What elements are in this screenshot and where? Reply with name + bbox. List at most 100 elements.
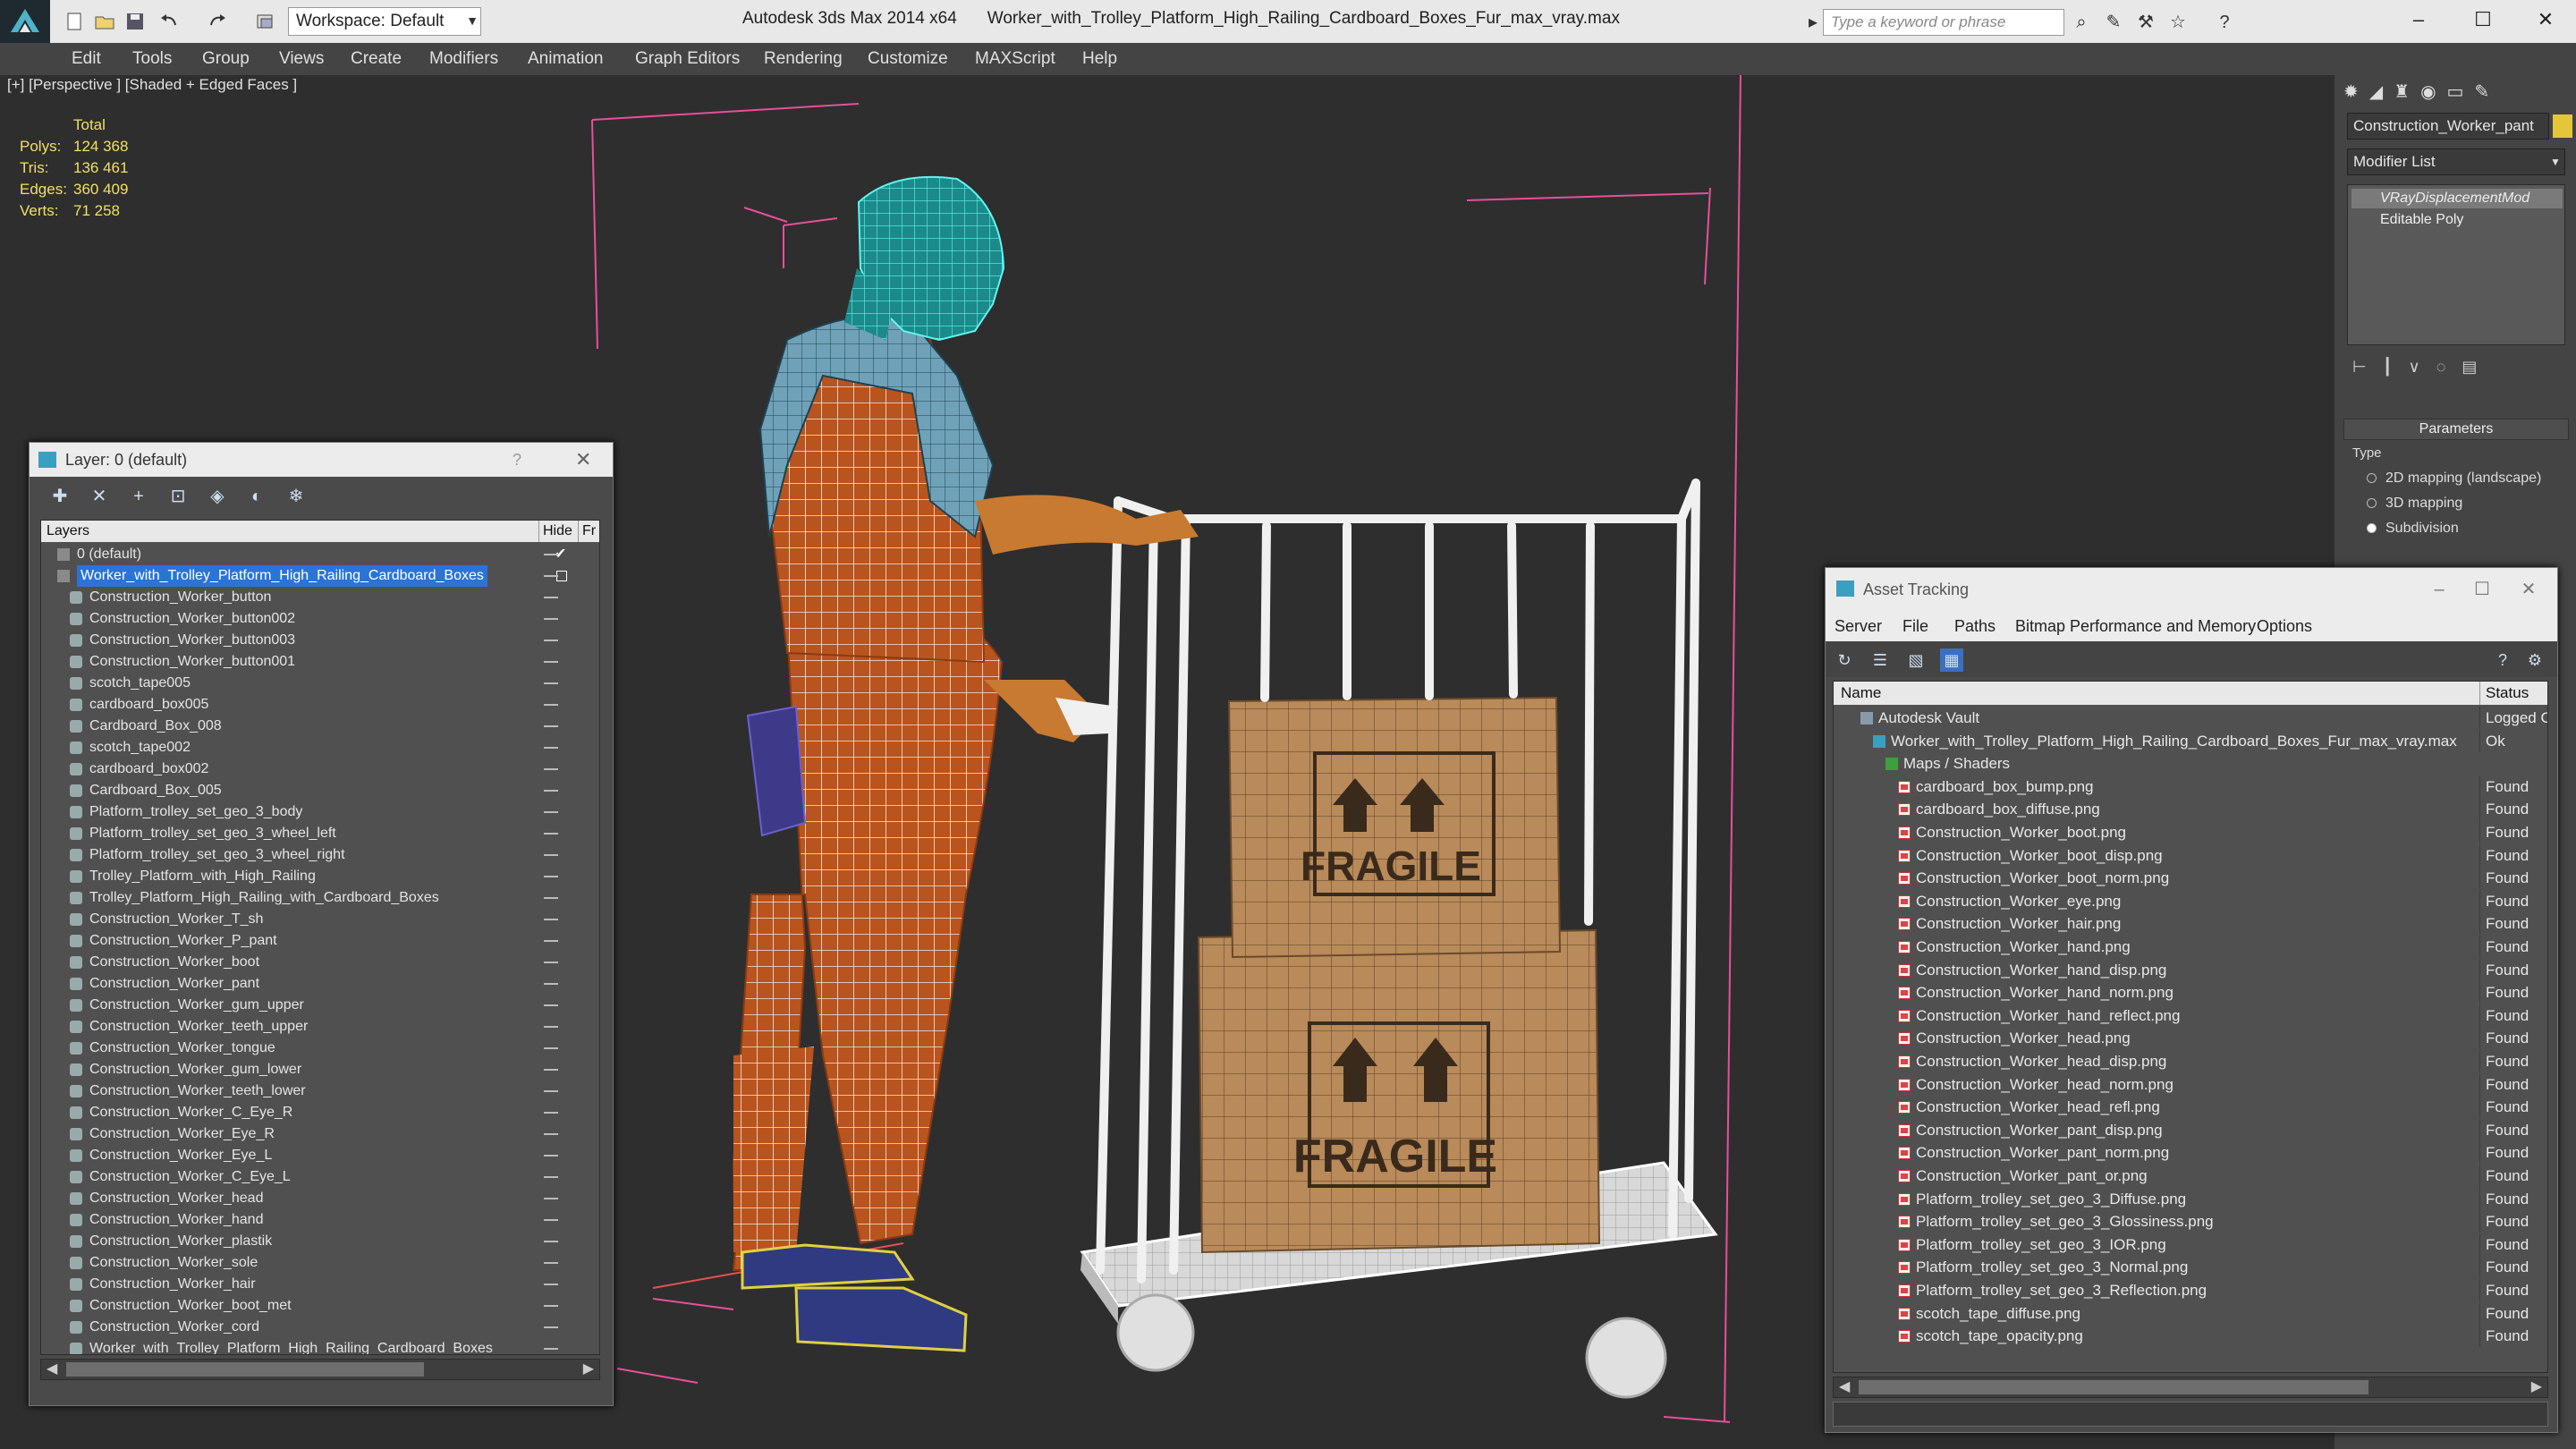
hide-toggle[interactable] [544, 897, 558, 899]
select-objects-icon[interactable]: ⊡ [167, 486, 189, 507]
scroll-left-icon[interactable]: ◀ [47, 1360, 57, 1379]
layer-row[interactable]: Construction_Worker_gum_lower [41, 1059, 599, 1080]
hide-toggle[interactable] [544, 1176, 558, 1178]
hide-toggle[interactable] [544, 575, 558, 577]
menu-modifiers[interactable]: Modifiers [429, 43, 498, 75]
column-layers[interactable]: Layers [47, 521, 89, 542]
motion-tab-icon[interactable]: ◉ [2420, 82, 2446, 102]
layer-row[interactable]: cardboard_box005 [41, 694, 599, 716]
hide-toggle[interactable] [544, 790, 558, 792]
configure-sets-icon[interactable]: ▤ [2462, 358, 2493, 376]
menu-tools[interactable]: Tools [132, 43, 172, 75]
layer-row[interactable]: Construction_Worker_boot_met [41, 1295, 599, 1317]
open-file-icon[interactable] [93, 11, 116, 32]
help-icon[interactable]: ? [2491, 648, 2514, 672]
layer-row[interactable]: Construction_Worker_teeth_upper [41, 1016, 599, 1038]
hide-toggle[interactable] [544, 725, 558, 727]
parameters-rollout[interactable]: Parameters [2343, 419, 2569, 440]
hide-toggle[interactable] [544, 940, 558, 942]
layer-row[interactable]: 0 (default) ✔ [41, 544, 599, 565]
hierarchy-tab-icon[interactable]: ♜ [2394, 82, 2420, 102]
scroll-right-icon[interactable]: ▶ [583, 1360, 594, 1379]
hide-toggle[interactable] [544, 1090, 558, 1092]
hide-toggle[interactable] [544, 1284, 558, 1285]
hide-toggle[interactable] [544, 1241, 558, 1242]
menu-maxscript[interactable]: MAXScript [975, 43, 1055, 75]
asset-menu-bitmap-performance[interactable]: Bitmap Performance and Memory [2015, 611, 2256, 641]
freeze-all-icon[interactable]: ❄ [285, 486, 307, 507]
column-hide[interactable]: Hide [538, 521, 578, 542]
hide-toggle[interactable] [544, 1069, 558, 1071]
binoculars-icon[interactable]: ⌕ [2070, 11, 2093, 34]
hide-toggle[interactable] [544, 1348, 558, 1350]
column-freeze[interactable]: Fr [578, 521, 596, 542]
layer-row[interactable]: Construction_Worker_boot [41, 952, 599, 973]
column-status[interactable]: Status [2479, 682, 2529, 705]
asset-menu-file[interactable]: File [1902, 611, 1928, 641]
save-icon[interactable] [123, 11, 147, 32]
asset-row[interactable]: Construction_Worker_hand_disp.png Found [1834, 958, 2547, 982]
modifier-list-dropdown[interactable]: Modifier List [2347, 148, 2565, 175]
vault-logon-icon[interactable]: ⚙ [2523, 648, 2546, 672]
layer-row[interactable]: Construction_Worker_C_Eye_R [41, 1102, 599, 1123]
communication-center-icon[interactable]: ✎ [2102, 11, 2125, 34]
layer-row[interactable]: Construction_Worker_cord [41, 1317, 599, 1338]
hide-toggle[interactable] [544, 554, 558, 555]
layer-row[interactable]: Construction_Worker_pant [41, 973, 599, 995]
asset-row[interactable]: Maps / Shaders [1834, 752, 2547, 775]
display-tab-icon[interactable]: ▭ [2447, 82, 2475, 102]
layer-row[interactable]: Platform_trolley_set_geo_3_wheel_right [41, 844, 599, 866]
hide-toggle[interactable] [544, 1262, 558, 1264]
redo-icon[interactable] [206, 11, 229, 32]
asset-row[interactable]: Construction_Worker_eye.png Found [1834, 889, 2547, 913]
scrollbar-thumb[interactable] [66, 1362, 424, 1377]
viewport-label[interactable]: [+] [Perspective ] [Shaded + Edged Faces… [7, 75, 297, 95]
layer-row[interactable]: Trolley_Platform_with_High_Railing [41, 866, 599, 887]
maximize-button[interactable]: ☐ [2462, 568, 2502, 611]
radio-2d-mapping[interactable]: 2D mapping (landscape) [2367, 470, 2541, 487]
search-input[interactable]: Type a keyword or phrase [1823, 9, 2064, 36]
hide-toggle[interactable] [544, 1155, 558, 1157]
hide-toggle[interactable] [544, 1026, 558, 1028]
layer-row[interactable]: cardboard_box002 [41, 758, 599, 780]
layer-row[interactable]: scotch_tape005 [41, 673, 599, 694]
asset-row[interactable]: Construction_Worker_pant_norm.png Found [1834, 1141, 2547, 1165]
add-to-layer-icon[interactable]: + [128, 486, 149, 507]
asset-row[interactable]: Platform_trolley_set_geo_3_Normal.png Fou… [1834, 1256, 2547, 1279]
asset-row[interactable]: Construction_Worker_pant_or.png Found [1834, 1165, 2547, 1188]
layer-row[interactable]: Construction_Worker_Eye_R [41, 1123, 599, 1145]
delete-layer-icon[interactable]: ✕ [89, 486, 110, 507]
project-folder-icon[interactable] [254, 11, 277, 32]
hide-toggle[interactable] [544, 983, 558, 985]
layer-row[interactable]: Worker_with_Trolley_Platform_High_Railin… [41, 565, 599, 587]
asset-row[interactable]: Autodesk Vault Logged C [1834, 707, 2547, 730]
column-name[interactable]: Name [1841, 682, 1881, 705]
horizontal-scrollbar[interactable]: ◀ ▶ [40, 1359, 600, 1380]
layer-row[interactable]: Construction_Worker_button003 [41, 630, 599, 651]
minimize-button[interactable]: – [2392, 0, 2445, 39]
hide-toggle[interactable] [544, 661, 558, 663]
create-tab-icon[interactable]: ✹ [2343, 82, 2369, 102]
hide-toggle[interactable] [544, 833, 558, 835]
menu-views[interactable]: Views [279, 43, 324, 75]
chevron-down-icon[interactable]: ▼ [463, 7, 481, 36]
asset-row[interactable]: cardboard_box_diffuse.png Found [1834, 798, 2547, 821]
menu-rendering[interactable]: Rendering [764, 43, 843, 75]
layer-row[interactable]: Construction_Worker_head [41, 1188, 599, 1209]
horizontal-scrollbar[interactable]: ◀ ▶ [1833, 1377, 2548, 1398]
asset-row[interactable]: Construction_Worker_boot.png Found [1834, 821, 2547, 844]
asset-row[interactable]: scotch_tape_diffuse.png Found [1834, 1301, 2547, 1326]
layer-row[interactable]: Construction_Worker_button001 [41, 651, 599, 673]
scroll-right-icon[interactable]: ▶ [2531, 1377, 2542, 1397]
asset-row[interactable]: Platform_trolley_set_geo_3_IOR.png Found [1834, 1233, 2547, 1257]
asset-row[interactable]: Platform_trolley_set_geo_3_Glossiness.pn… [1834, 1210, 2547, 1233]
hide-all-icon[interactable]: ◐ [246, 486, 267, 507]
layer-row[interactable]: Cardboard_Box_005 [41, 780, 599, 801]
hide-toggle[interactable] [544, 1198, 558, 1199]
layer-row[interactable]: Construction_Worker_teeth_lower [41, 1080, 599, 1102]
close-button[interactable]: ✕ [575, 443, 591, 477]
menu-graph-editors[interactable]: Graph Editors [635, 43, 740, 75]
asset-row[interactable]: Construction_Worker_head.png Found [1834, 1027, 2547, 1050]
minimize-button[interactable]: – [2419, 568, 2459, 611]
stack-item-editable-poly[interactable]: Editable Poly [2351, 210, 2563, 230]
